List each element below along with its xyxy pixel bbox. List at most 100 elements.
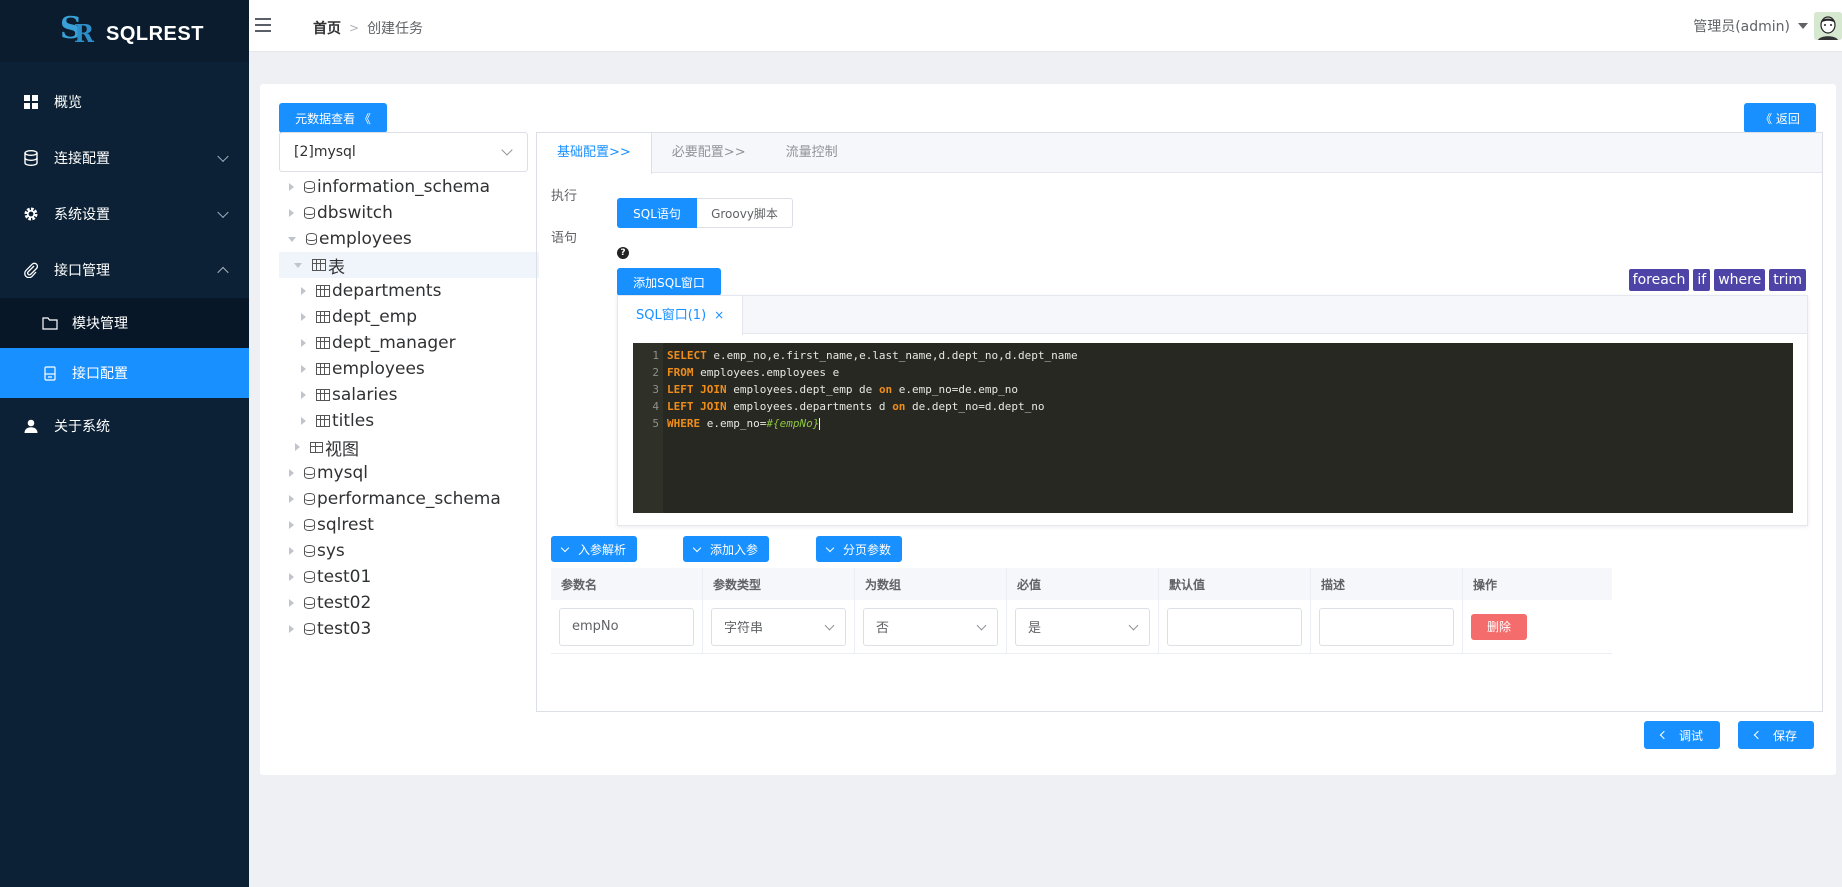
logo[interactable]: SR SQLREST — [0, 0, 249, 62]
expand-arrow-icon[interactable] — [289, 573, 294, 581]
tree-node-schema[interactable]: employees — [279, 226, 539, 252]
tree-node-tables-folder[interactable]: 表 — [279, 252, 539, 278]
tree-node-schema[interactable]: test02 — [279, 590, 539, 616]
sidebar-item-api-management[interactable]: 接口管理 — [0, 242, 249, 298]
tree-node-views-folder[interactable]: 视图 — [279, 434, 539, 460]
tree-node-table[interactable]: employees — [279, 356, 539, 382]
keyword: WHERE — [667, 417, 701, 430]
add-sql-window-button[interactable]: 添加SQL窗口 — [617, 268, 721, 296]
datasource-select[interactable]: [2]mysql — [279, 132, 528, 172]
database-icon — [22, 149, 40, 167]
tree-node-schema[interactable]: mysql — [279, 460, 539, 486]
expand-arrow-icon[interactable] — [289, 469, 294, 477]
expand-arrow-icon[interactable] — [289, 209, 294, 217]
tag-foreach[interactable]: foreach — [1628, 269, 1690, 291]
tree-node-table[interactable]: salaries — [279, 382, 539, 408]
code-line: 5 WHERE e.emp_no=#{empNo} — [633, 415, 821, 432]
expand-arrow-icon[interactable] — [289, 599, 294, 607]
add-param-button[interactable]: 添加入参 — [683, 536, 769, 562]
expand-arrow-icon[interactable] — [289, 495, 294, 503]
sidebar-item-about[interactable]: 关于系统 — [0, 398, 249, 454]
tree-node-schema[interactable]: dbswitch — [279, 200, 539, 226]
expand-arrow-icon[interactable] — [301, 417, 306, 425]
tag-if[interactable]: if — [1693, 269, 1711, 291]
tree-node-label: titles — [332, 411, 375, 431]
close-icon[interactable]: × — [714, 308, 724, 322]
folder-icon — [42, 315, 58, 331]
keyword: on — [878, 383, 893, 396]
database-icon — [304, 467, 315, 479]
expand-arrow-icon[interactable] — [301, 313, 306, 321]
debug-button[interactable]: 调试 — [1644, 721, 1720, 749]
tree-node-schema[interactable]: sys — [279, 538, 539, 564]
keyword: LEFT JOIN — [667, 383, 727, 396]
tree-node-schema[interactable]: test03 — [279, 616, 539, 642]
dashboard-icon — [22, 93, 40, 111]
database-icon — [304, 597, 315, 609]
required-select[interactable]: 是 — [1015, 607, 1150, 646]
breadcrumb-current: 创建任务 — [367, 21, 424, 37]
tab-flow-control[interactable]: 流量控制 — [766, 133, 858, 172]
button-label: 调试 — [1678, 728, 1703, 743]
expand-arrow-icon[interactable] — [289, 183, 294, 191]
tree-node-label: dept_manager — [332, 333, 456, 353]
expand-arrow-icon[interactable] — [301, 287, 306, 295]
tag-trim[interactable]: trim — [1769, 269, 1806, 291]
collapse-arrow-icon[interactable] — [288, 236, 296, 242]
expand-arrow-icon[interactable] — [301, 339, 306, 347]
description-input[interactable] — [1319, 607, 1454, 646]
sql-tab[interactable]: SQL窗口(1) × — [618, 296, 744, 335]
code-text: e.emp_no= — [700, 417, 767, 430]
tag-where[interactable]: where — [1714, 269, 1766, 291]
tree-node-schema[interactable]: test01 — [279, 564, 539, 590]
delete-param-button[interactable]: 删除 — [1471, 613, 1527, 640]
param-type-select[interactable]: 字符串 — [711, 607, 846, 646]
sidebar-item-label: 关于系统 — [54, 419, 110, 435]
tree-node-schema[interactable]: sqlrest — [279, 512, 539, 538]
sql-editor[interactable]: 1 SELECT e.emp_no,e.first_name,e.last_nam… — [633, 343, 1793, 513]
expand-arrow-icon[interactable] — [301, 391, 306, 399]
user-menu[interactable]: 管理员(admin) — [1693, 12, 1842, 40]
expand-arrow-icon[interactable] — [289, 625, 294, 633]
sidebar-item-connections[interactable]: 连接配置 — [0, 130, 249, 186]
expand-arrow-icon[interactable] — [289, 547, 294, 555]
exec-option-sql[interactable]: SQL语句 — [617, 198, 697, 228]
database-icon — [304, 207, 315, 219]
param-name-input[interactable]: empNo — [559, 607, 694, 646]
collapse-arrow-icon[interactable] — [294, 262, 302, 268]
tree-node-table[interactable]: dept_manager — [279, 330, 539, 356]
save-button[interactable]: 保存 — [1738, 721, 1814, 749]
tree-node-label: sqlrest — [317, 515, 374, 535]
parse-params-button[interactable]: 入参解析 — [551, 536, 637, 562]
help-icon[interactable]: ? — [617, 247, 629, 259]
paging-params-button[interactable]: 分页参数 — [816, 536, 902, 562]
tab-required-config[interactable]: 必要配置>> — [652, 133, 766, 172]
code-line: 3 LEFT JOIN employees.dept_emp de on e.em… — [633, 381, 1018, 398]
hamburger-icon[interactable] — [255, 18, 271, 32]
tree-node-table[interactable]: departments — [279, 278, 539, 304]
sidebar-item-overview[interactable]: 概览 — [0, 74, 249, 130]
default-value-input[interactable] — [1167, 607, 1302, 646]
sidebar-item-modules[interactable]: 模块管理 — [0, 298, 249, 348]
is-array-select[interactable]: 否 — [863, 607, 998, 646]
tree-node-schema[interactable]: information_schema — [279, 174, 539, 200]
tree-node-table[interactable]: titles — [279, 408, 539, 434]
keyword: on — [892, 400, 906, 413]
back-button[interactable]: 《 返回 — [1744, 103, 1816, 133]
sidebar-item-api-config[interactable]: 接口配置 — [0, 348, 249, 398]
code-text: e.emp_no,e.first_name,e.last_name,d.dept… — [706, 349, 1078, 362]
tree-node-schema[interactable]: performance_schema — [279, 486, 539, 512]
exec-option-groovy[interactable]: Groovy脚本 — [697, 198, 793, 228]
column-header: 为数组 — [855, 568, 1007, 600]
avatar[interactable] — [1814, 12, 1842, 40]
cell: 是 — [1007, 600, 1159, 654]
sidebar-item-settings[interactable]: 系统设置 — [0, 186, 249, 242]
expand-arrow-icon[interactable] — [295, 443, 300, 451]
expand-arrow-icon[interactable] — [289, 521, 294, 529]
sql-tab-label: SQL窗口(1) — [636, 308, 707, 323]
tab-basic-config[interactable]: 基础配置>> — [537, 133, 652, 174]
expand-arrow-icon[interactable] — [301, 365, 306, 373]
tree-node-table[interactable]: dept_emp — [279, 304, 539, 330]
metadata-view-button[interactable]: 元数据查看 《 — [279, 103, 387, 133]
breadcrumb-home[interactable]: 首页 — [313, 18, 341, 38]
